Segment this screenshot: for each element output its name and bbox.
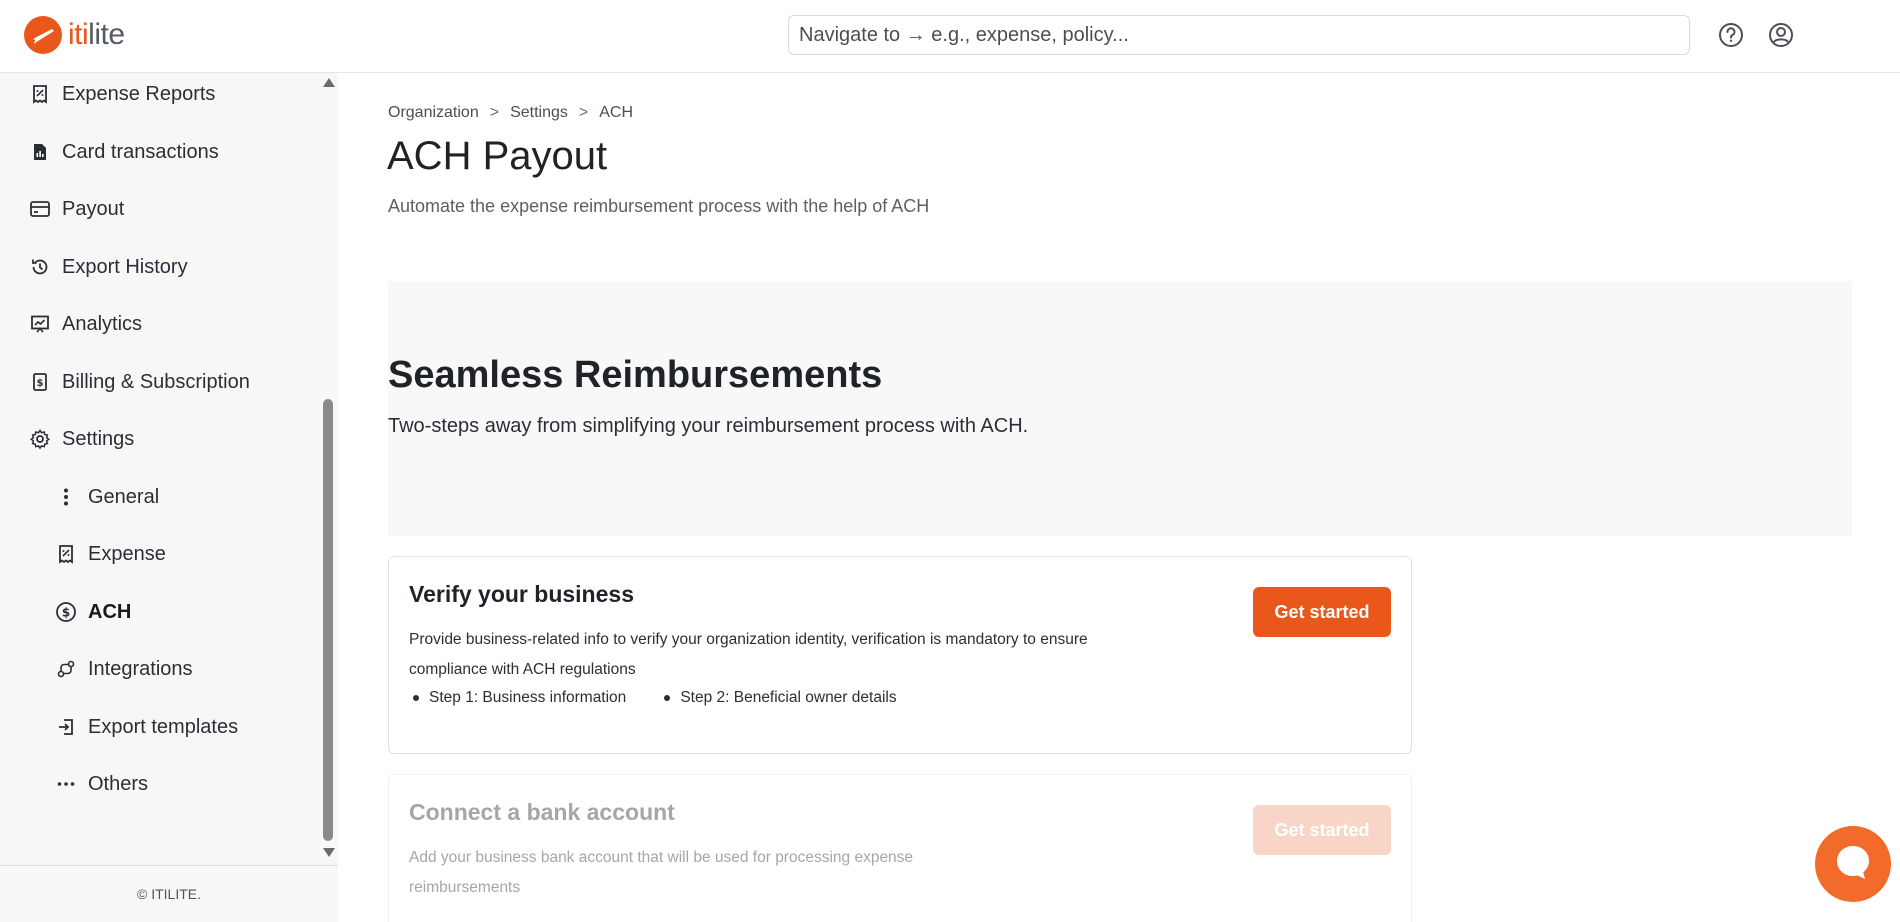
sidebar-item-label: Export templates [88,715,239,738]
logo-text: itilite [68,18,125,52]
breadcrumb-separator: > [489,104,500,121]
horizontal-dots-icon [54,772,78,796]
sidebar-item-payout[interactable]: Payout [28,194,124,224]
svg-text:$: $ [62,606,70,620]
credit-card-icon [28,197,52,221]
card-title: Connect a bank account [409,799,675,825]
receipt-icon [54,542,78,566]
step-item: Step 2: Beneficial owner details [660,689,897,707]
sidebar-subitem-ach[interactable]: $ ACH [54,597,131,627]
dollar-circle-icon: $ [54,600,78,624]
connect-bank-card: Connect a bank account Add your business… [388,774,1412,922]
sidebar-footer: © ITILITE. [0,865,338,922]
sidebar-subitem-others[interactable]: Others [54,769,148,799]
chat-bubble-icon [1831,840,1875,889]
sidebar-item-label: Card transactions [62,140,219,163]
sidebar-item-export-history[interactable]: Export History [28,252,188,282]
export-icon [54,715,78,739]
page-subtitle: Automate the expense reimbursement proce… [388,196,930,216]
card-transactions-icon [28,140,52,164]
card-title: Verify your business [409,581,634,607]
sidebar-item-label: Others [88,772,149,795]
verify-business-card: Verify your business Provide business-re… [388,556,1412,754]
analytics-icon [28,312,52,336]
sidebar-item-label: Billing & Subscription [62,370,250,393]
breadcrumb-organization[interactable]: Organization [388,104,479,122]
logo-suffix: lite [88,18,125,51]
top-header: itilite [0,0,1900,73]
reimbursement-banner: Seamless Reimbursements Two-steps away f… [388,281,1852,536]
sidebar-item-label: General [88,485,160,508]
svg-text:$: $ [37,378,44,389]
breadcrumb: Organization > Settings > ACH [388,104,633,122]
sidebar-item-label: Integrations [88,657,193,680]
vertical-dots-icon [54,485,78,509]
sidebar-subitem-integrations[interactable]: Integrations [54,654,193,684]
sidebar-item-expense-reports[interactable]: Expense Reports [28,79,215,109]
itilite-logo[interactable]: itilite [24,16,125,54]
billing-icon: $ [28,370,52,394]
connect-bank-get-started-button: Get started [1253,805,1391,855]
receipt-icon [28,82,52,106]
step-label: Step 1: Business information [429,689,627,706]
sidebar-subitem-general[interactable]: General [54,482,159,512]
logo-prefix: iti [68,18,89,51]
scroll-down-arrow-icon[interactable] [323,848,335,857]
page-title: ACH Payout [387,134,608,178]
sidebar-item-label: Expense [88,542,166,565]
card-description: Add your business bank account that will… [409,849,914,896]
bullet [664,695,671,701]
help-circle-icon[interactable] [1717,21,1745,49]
scroll-up-arrow-icon[interactable] [323,78,335,87]
sidebar-item-label: Payout [62,197,125,220]
sidebar-subitem-expense[interactable]: Expense [54,539,166,569]
step-item: Step 1: Business information [409,689,626,707]
user-circle-icon[interactable] [1767,21,1795,49]
card-description: Provide business-related info to verify … [409,631,1088,678]
sidebar-item-label: ACH [88,600,132,623]
step-label: Step 2: Beneficial owner details [680,689,897,706]
navigate-search[interactable] [788,15,1690,55]
card-steps: Step 1: Business information Step 2: Ben… [409,689,931,707]
sidebar-item-label: Export History [62,255,188,278]
sidebar-item-label: Analytics [62,312,143,335]
breadcrumb-separator: > [578,104,589,121]
verify-get-started-button[interactable]: Get started [1253,587,1391,637]
banner-title: Seamless Reimbursements [388,354,883,396]
chat-launcher[interactable] [1815,826,1891,902]
sidebar-item-label: Settings [62,427,135,450]
search-input[interactable] [789,16,1689,54]
banner-subtitle: Two-steps away from simplifying your rei… [388,415,1029,437]
gear-icon [28,427,52,451]
sidebar-item-label: Expense Reports [62,82,216,105]
breadcrumb-ach: ACH [599,104,633,121]
sidebar-item-billing[interactable]: $ Billing & Subscription [28,367,250,397]
sidebar-subitem-export-templates[interactable]: Export templates [54,712,238,742]
integrations-icon [54,657,78,681]
sidebar-scrollbar[interactable] [319,73,337,863]
sidebar: Expense Reports Card transactions Payout… [0,73,338,922]
sidebar-item-settings[interactable]: Settings [28,424,134,454]
breadcrumb-settings[interactable]: Settings [510,104,568,122]
sidebar-item-card-transactions[interactable]: Card transactions [28,137,219,167]
bullet [413,695,419,701]
plane-logo-icon [24,16,62,54]
history-icon [28,255,52,279]
sidebar-item-analytics[interactable]: Analytics [28,309,142,339]
scroll-thumb[interactable] [323,399,333,841]
